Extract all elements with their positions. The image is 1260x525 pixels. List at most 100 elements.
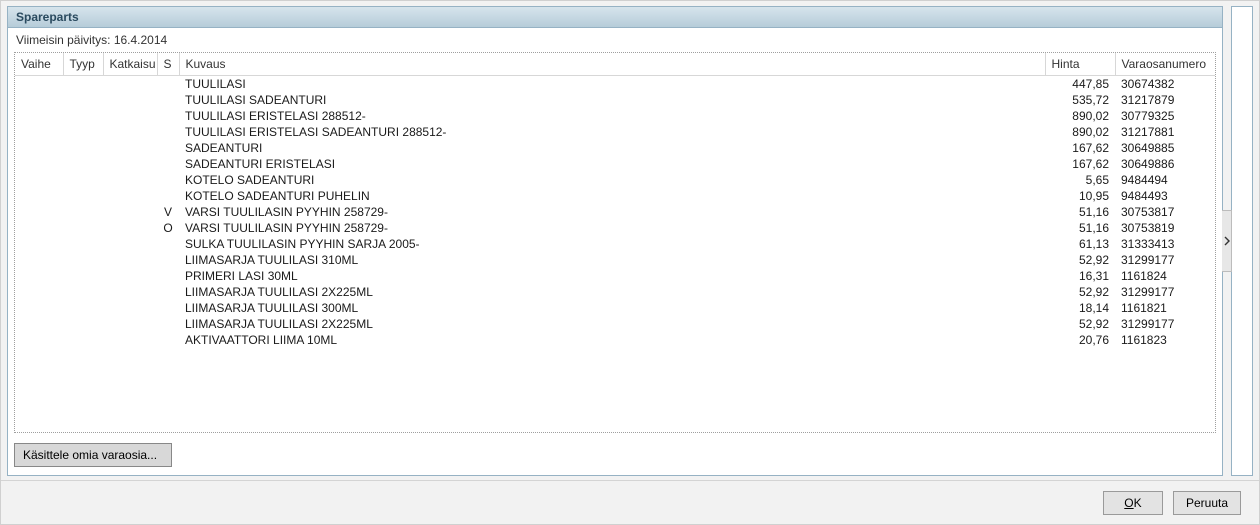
- cancel-button[interactable]: Peruuta: [1173, 491, 1241, 515]
- table-row[interactable]: PRIMERI LASI 30ML16,311161824: [15, 268, 1215, 284]
- col-s[interactable]: S: [157, 53, 179, 76]
- cell-s: [157, 92, 179, 108]
- col-kuvaus[interactable]: Kuvaus: [179, 53, 1045, 76]
- col-vaihe[interactable]: Vaihe: [15, 53, 63, 76]
- table-row[interactable]: LIIMASARJA TUULILASI 2X225ML52,923129917…: [15, 284, 1215, 300]
- table-row[interactable]: TUULILASI SADEANTURI535,7231217879: [15, 92, 1215, 108]
- table-row[interactable]: SADEANTURI ERISTELASI167,6230649886: [15, 156, 1215, 172]
- cell-vaihe: [15, 204, 63, 220]
- cell-s: [157, 172, 179, 188]
- cell-s: [157, 268, 179, 284]
- cell-vaihe: [15, 220, 63, 236]
- cell-vaihe: [15, 316, 63, 332]
- cell-hinta: 16,31: [1045, 268, 1115, 284]
- cell-hinta: 890,02: [1045, 124, 1115, 140]
- table-row[interactable]: VVARSI TUULILASIN PYYHIN 258729-51,16307…: [15, 204, 1215, 220]
- cell-varaosa: 31299177: [1115, 284, 1215, 300]
- last-updated-value: 16.4.2014: [114, 33, 167, 47]
- cell-varaosa: 30753817: [1115, 204, 1215, 220]
- table-row[interactable]: SULKA TUULILASIN PYYHIN SARJA 2005-61,13…: [15, 236, 1215, 252]
- cell-kuvaus: LIIMASARJA TUULILASI 2X225ML: [179, 316, 1045, 332]
- cell-hinta: 5,65: [1045, 172, 1115, 188]
- cell-katkaisu: [103, 236, 157, 252]
- table-row[interactable]: AKTIVAATTORI LIIMA 10ML20,761161823: [15, 332, 1215, 348]
- cell-kuvaus: SADEANTURI ERISTELASI: [179, 156, 1045, 172]
- cell-vaihe: [15, 300, 63, 316]
- last-updated-label: Viimeisin päivitys:: [16, 33, 114, 47]
- cell-s: [157, 252, 179, 268]
- table-row[interactable]: OVARSI TUULILASIN PYYHIN 258729-51,16307…: [15, 220, 1215, 236]
- cell-kuvaus: TUULILASI ERISTELASI 288512-: [179, 108, 1045, 124]
- table-row[interactable]: LIIMASARJA TUULILASI 300ML18,141161821: [15, 300, 1215, 316]
- cell-vaihe: [15, 140, 63, 156]
- cell-s: [157, 236, 179, 252]
- cell-hinta: 167,62: [1045, 156, 1115, 172]
- cell-varaosa: 30753819: [1115, 220, 1215, 236]
- table-row[interactable]: LIIMASARJA TUULILASI 310ML52,9231299177: [15, 252, 1215, 268]
- cell-hinta: 18,14: [1045, 300, 1115, 316]
- cell-varaosa: 31217881: [1115, 124, 1215, 140]
- cell-vaihe: [15, 172, 63, 188]
- chevron-right-icon: [1222, 210, 1232, 272]
- cell-hinta: 51,16: [1045, 220, 1115, 236]
- cell-vaihe: [15, 284, 63, 300]
- cell-katkaisu: [103, 124, 157, 140]
- cell-varaosa: 31299177: [1115, 252, 1215, 268]
- cell-s: [157, 140, 179, 156]
- cell-tyyp: [63, 284, 103, 300]
- cell-tyyp: [63, 236, 103, 252]
- cell-tyyp: [63, 76, 103, 92]
- table-row[interactable]: LIIMASARJA TUULILASI 2X225ML52,923129917…: [15, 316, 1215, 332]
- cell-kuvaus: VARSI TUULILASIN PYYHIN 258729-: [179, 220, 1045, 236]
- table-row[interactable]: KOTELO SADEANTURI PUHELIN10,959484493: [15, 188, 1215, 204]
- cell-katkaisu: [103, 188, 157, 204]
- cell-s: [157, 108, 179, 124]
- cell-kuvaus: AKTIVAATTORI LIIMA 10ML: [179, 332, 1045, 348]
- col-hinta[interactable]: Hinta: [1045, 53, 1115, 76]
- parts-table-body-scroll[interactable]: TUULILASI447,8530674382TUULILASI SADEANT…: [15, 76, 1215, 416]
- cell-hinta: 535,72: [1045, 92, 1115, 108]
- cell-kuvaus: LIIMASARJA TUULILASI 2X225ML: [179, 284, 1045, 300]
- panel-collapse-handle[interactable]: [1231, 210, 1232, 272]
- col-varaosa[interactable]: Varaosanumero: [1115, 53, 1215, 76]
- cell-kuvaus: KOTELO SADEANTURI: [179, 172, 1045, 188]
- cell-s: [157, 76, 179, 92]
- cell-vaihe: [15, 92, 63, 108]
- cell-kuvaus: TUULILASI: [179, 76, 1045, 92]
- cell-tyyp: [63, 204, 103, 220]
- cell-hinta: 167,62: [1045, 140, 1115, 156]
- panel-title: Spareparts: [8, 7, 1222, 28]
- cell-kuvaus: VARSI TUULILASIN PYYHIN 258729-: [179, 204, 1045, 220]
- cell-katkaisu: [103, 172, 157, 188]
- table-row[interactable]: TUULILASI ERISTELASI 288512-890,02307793…: [15, 108, 1215, 124]
- horizontal-scrollbar[interactable]: [15, 416, 1215, 432]
- col-katkaisu[interactable]: Katkaisu: [103, 53, 157, 76]
- table-row[interactable]: SADEANTURI167,6230649885: [15, 140, 1215, 156]
- col-tyyp[interactable]: Tyyp: [63, 53, 103, 76]
- last-updated: Viimeisin päivitys: 16.4.2014: [8, 28, 1222, 52]
- cell-tyyp: [63, 124, 103, 140]
- cell-tyyp: [63, 300, 103, 316]
- cell-hinta: 61,13: [1045, 236, 1115, 252]
- handle-own-spareparts-button[interactable]: Käsittele omia varaosia...: [14, 443, 172, 467]
- cell-varaosa: 31299177: [1115, 316, 1215, 332]
- ok-rest: K: [1134, 496, 1142, 510]
- cell-varaosa: 30649886: [1115, 156, 1215, 172]
- cell-varaosa: 31333413: [1115, 236, 1215, 252]
- table-row[interactable]: KOTELO SADEANTURI5,659484494: [15, 172, 1215, 188]
- cell-hinta: 52,92: [1045, 316, 1115, 332]
- cell-tyyp: [63, 316, 103, 332]
- cell-kuvaus: TUULILASI ERISTELASI SADEANTURI 288512-: [179, 124, 1045, 140]
- ok-button[interactable]: OK: [1103, 491, 1163, 515]
- cell-katkaisu: [103, 140, 157, 156]
- table-row[interactable]: TUULILASI ERISTELASI SADEANTURI 288512-8…: [15, 124, 1215, 140]
- cell-katkaisu: [103, 332, 157, 348]
- cell-tyyp: [63, 108, 103, 124]
- cell-hinta: 52,92: [1045, 252, 1115, 268]
- table-row[interactable]: TUULILASI447,8530674382: [15, 76, 1215, 92]
- cell-hinta: 20,76: [1045, 332, 1115, 348]
- dialog-frame: Spareparts Viimeisin päivitys: 16.4.2014…: [0, 0, 1260, 525]
- cell-s: [157, 156, 179, 172]
- cell-kuvaus: KOTELO SADEANTURI PUHELIN: [179, 188, 1045, 204]
- cell-s: [157, 332, 179, 348]
